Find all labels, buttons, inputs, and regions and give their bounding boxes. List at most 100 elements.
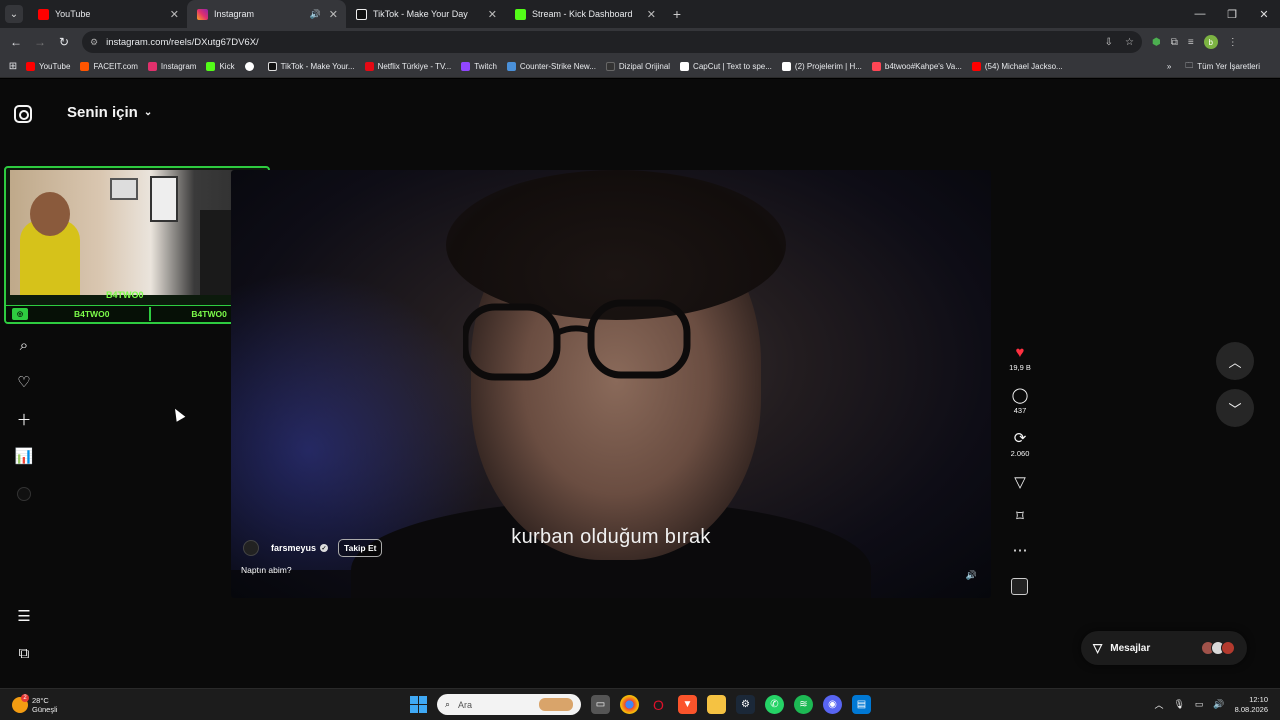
bookmark-faceit[interactable]: FACEIT.com	[80, 62, 138, 71]
menu-dots-icon[interactable]: ⋮	[1228, 37, 1238, 48]
create-plus-icon[interactable]: ＋	[14, 409, 34, 429]
heart-filled-icon[interactable]: ♥	[1006, 345, 1034, 361]
instagram-logo-icon[interactable]	[14, 105, 32, 123]
comment-action[interactable]: ◯ 437	[1006, 388, 1034, 416]
discord-icon[interactable]: ◉	[823, 695, 842, 714]
reel-author: farsmeyus ✓ Takip Et	[243, 539, 383, 557]
tab-tiktok[interactable]: TikTok - Make Your Day ✕	[346, 0, 505, 28]
tab-search-button[interactable]: ⌄	[0, 0, 28, 28]
audio-thumbnail[interactable]	[1011, 578, 1028, 595]
bookmark-michael-jackson[interactable]: (54) Michael Jackso...	[971, 62, 1063, 71]
taskbar-search[interactable]: ⌕ Ara	[437, 694, 581, 715]
repost-icon[interactable]: ⟳	[1006, 431, 1034, 447]
save-action[interactable]: ⌑	[1006, 509, 1034, 525]
chevron-up-icon[interactable]: ︿	[1154, 698, 1163, 711]
bookmark-kick[interactable]: Kick	[206, 62, 235, 71]
bookmark-counter-strike[interactable]: Counter-Strike New...	[506, 62, 596, 71]
task-view-icon[interactable]: ▭	[591, 695, 610, 714]
reload-button[interactable]: ↻	[52, 35, 76, 49]
previous-reel-button[interactable]: ︿	[1216, 342, 1254, 380]
minimize-button[interactable]: —	[1184, 8, 1216, 21]
send-icon[interactable]: ▽	[1006, 475, 1034, 491]
close-icon[interactable]: ✕	[329, 8, 338, 21]
bookmark-netflix[interactable]: Netflix Türkiye - TV...	[364, 62, 451, 71]
reel-video[interactable]: kurban olduğum bırak farsmeyus ✓ Takip E…	[231, 170, 991, 598]
windows-start-icon[interactable]	[410, 696, 427, 713]
forward-button[interactable]: →	[28, 35, 52, 49]
more-bookmarks-icon[interactable]: »	[1167, 62, 1171, 71]
brave-icon[interactable]: ▼	[678, 695, 697, 714]
bookmark-google[interactable]	[244, 62, 258, 71]
like-action[interactable]: ♥ 19,9 B	[1006, 345, 1034, 373]
profile-avatar[interactable]: b	[1203, 35, 1218, 49]
volume-icon[interactable]: 🔊	[966, 570, 977, 581]
heart-icon[interactable]: ♡	[14, 372, 34, 392]
messages-button[interactable]: ▽ Mesajlar	[1081, 631, 1247, 665]
restore-button[interactable]: ❐	[1216, 8, 1248, 21]
browser-tab-bar: ⌄ YouTube ✕ Instagram 🔊 ✕ TikTok - Make …	[0, 0, 1280, 28]
speaker-icon[interactable]: 🔊	[310, 9, 321, 20]
close-window-button[interactable]: ✕	[1248, 8, 1280, 21]
bookmark-valorant[interactable]: b4twoo#Kahpe's Va...	[871, 62, 962, 71]
whatsapp-icon[interactable]: ✆	[765, 695, 784, 714]
more-action[interactable]: ⋯	[1006, 543, 1034, 559]
bookmark-tiktok[interactable]: TikTok - Make Your...	[267, 62, 355, 71]
kick-icon	[515, 8, 526, 20]
insights-chart-icon[interactable]: 📊	[14, 446, 34, 466]
store-icon[interactable]: ▤	[852, 695, 871, 714]
display-icon[interactable]: ▭	[1195, 699, 1204, 710]
site-info-icon[interactable]: ⚙	[90, 37, 98, 48]
faceit-icon	[80, 62, 90, 71]
feed-selector[interactable]: Senin için ⌄	[67, 104, 152, 121]
bookmark-label: (54) Michael Jackso...	[984, 62, 1063, 71]
bookmark-icon[interactable]: ⌑	[1006, 509, 1034, 525]
bookmark-label: Counter-Strike New...	[519, 62, 596, 71]
comment-icon[interactable]: ◯	[1006, 388, 1034, 404]
microphone-icon[interactable]: 🎙	[1173, 699, 1184, 710]
bookmark-instagram[interactable]: Instagram	[147, 62, 196, 71]
bookmark-label: FACEIT.com	[93, 62, 138, 71]
back-button[interactable]: ←	[4, 35, 28, 49]
share-action[interactable]: ▽	[1006, 475, 1034, 491]
speaker-icon[interactable]: 🔊	[1213, 699, 1224, 710]
install-app-icon[interactable]: ⇩	[1105, 37, 1113, 48]
tab-youtube[interactable]: YouTube ✕	[28, 0, 187, 28]
author-avatar[interactable]	[243, 540, 259, 556]
search-icon[interactable]: ⌕	[14, 335, 34, 355]
bookmark-youtube[interactable]: YouTube	[26, 62, 70, 71]
opera-icon[interactable]: O	[649, 695, 668, 714]
address-bar[interactable]: ⚙ instagram.com/reels/DXutg67DV6X/ ⇩ ☆	[82, 31, 1142, 53]
profile-avatar[interactable]	[14, 484, 34, 504]
file-explorer-icon[interactable]	[707, 695, 726, 714]
close-icon[interactable]: ✕	[488, 8, 497, 21]
author-username[interactable]: farsmeyus	[271, 543, 316, 553]
follow-button[interactable]: Takip Et	[338, 539, 383, 557]
chrome-icon[interactable]	[620, 695, 639, 714]
bookmark-star-icon[interactable]: ☆	[1125, 37, 1134, 48]
tab-kick[interactable]: Stream - Kick Dashboard ✕	[505, 0, 664, 28]
media-control-icon[interactable]: ≡	[1188, 37, 1194, 48]
steam-icon[interactable]: ⚙	[736, 695, 755, 714]
hamburger-menu-icon[interactable]: ☰	[14, 606, 34, 626]
next-reel-button[interactable]: ﹀	[1216, 389, 1254, 427]
tab-title: TikTok - Make Your Day	[373, 9, 468, 19]
weather-widget[interactable]: 2 28°C Güneşli	[12, 693, 57, 714]
shield-extension-icon[interactable]: ⬢	[1152, 37, 1161, 48]
bookmark-projelerim[interactable]: (2) Projelerim | H...	[781, 62, 862, 71]
repost-action[interactable]: ⟳ 2.060	[1006, 431, 1034, 459]
tab-instagram[interactable]: Instagram 🔊 ✕	[187, 0, 346, 28]
also-from-meta-icon[interactable]: ⧉	[14, 643, 34, 663]
apps-grid-icon[interactable]: ⊞	[0, 61, 26, 72]
extensions-icon[interactable]: ⧉	[1171, 37, 1178, 48]
bookmark-twitch[interactable]: Twitch	[461, 62, 497, 71]
close-icon[interactable]: ✕	[647, 8, 656, 21]
spotify-icon[interactable]: ≋	[794, 695, 813, 714]
clock[interactable]: 12:10 8.08.2026	[1235, 695, 1268, 715]
all-bookmarks-folder[interactable]: 🗀 Tüm Yer İşaretleri	[1185, 60, 1260, 74]
bookmark-capcut[interactable]: CapCut | Text to spe...	[680, 62, 772, 71]
new-tab-button[interactable]: +	[664, 6, 690, 22]
close-icon[interactable]: ✕	[170, 8, 179, 21]
bookmark-dizipal[interactable]: Dizipal Orijinal	[605, 62, 670, 71]
divider	[149, 307, 152, 321]
more-dots-icon[interactable]: ⋯	[1006, 543, 1034, 559]
